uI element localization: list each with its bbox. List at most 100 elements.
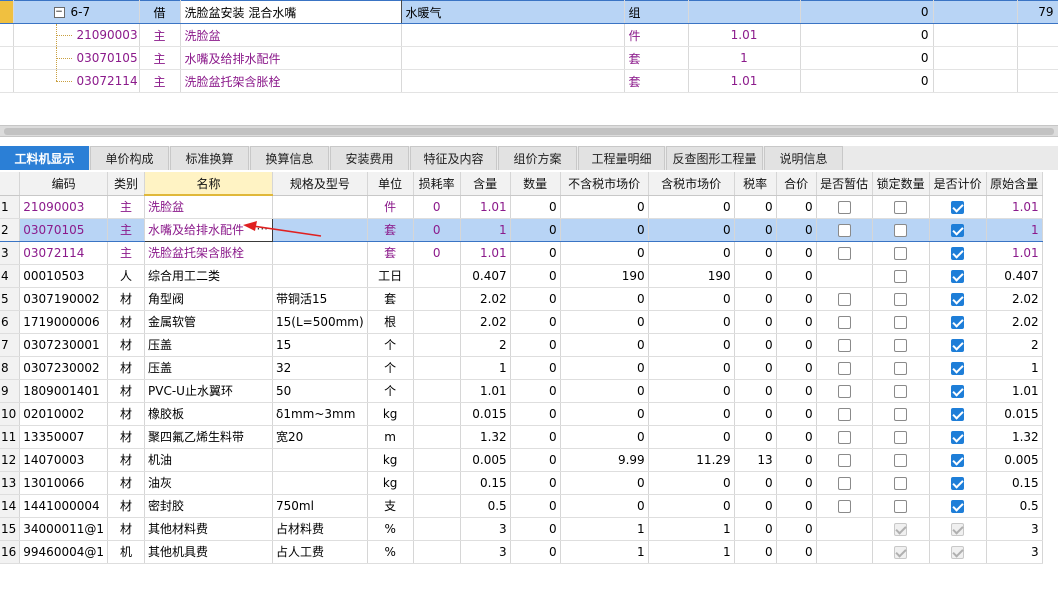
tab-8[interactable]: 反查图形工程量 <box>666 146 763 170</box>
quota-name-cell[interactable]: 洗脸盆 <box>180 23 402 47</box>
content-cell[interactable]: 1 <box>460 356 511 380</box>
price-ex-tax-cell[interactable]: 1 <box>560 517 649 541</box>
quota-empty-cell[interactable] <box>933 69 1018 93</box>
table-row[interactable]: 4 00010503 人综合用工二类 工日 0.407 0 190 190 0 0 0.407 <box>0 264 1043 288</box>
lock-qty-checkbox[interactable] <box>894 476 908 490</box>
code-cell[interactable]: 99460004@1 <box>19 540 108 564</box>
amount-cell[interactable]: 0 <box>510 264 561 288</box>
lock-qty-checkbox[interactable] <box>894 453 908 467</box>
table-row[interactable]: 8 0307230002 材压盖 32 个 1 0 0 0 0 0 1 <box>0 356 1043 380</box>
type-cell[interactable]: 材 <box>107 517 145 541</box>
original-content-cell[interactable]: 3 <box>986 540 1043 564</box>
price-ex-tax-cell[interactable]: 190 <box>560 264 649 288</box>
row-number[interactable]: 6 <box>0 310 21 334</box>
loss-rate-cell[interactable] <box>413 264 461 288</box>
lock-qty-checkbox[interactable] <box>894 269 908 283</box>
type-cell[interactable]: 材 <box>107 402 145 426</box>
price-ex-tax-cell[interactable]: 0 <box>560 471 649 495</box>
type-cell[interactable]: 材 <box>107 310 145 334</box>
type-cell[interactable]: 材 <box>107 333 145 357</box>
total-cell[interactable]: 0 <box>776 540 817 564</box>
spec-cell[interactable] <box>272 241 368 265</box>
unit-cell[interactable]: 套 <box>367 287 414 311</box>
row-gutter[interactable] <box>0 23 14 47</box>
spec-cell[interactable]: 15(L=500mm) <box>272 310 368 334</box>
row-number[interactable]: 8 <box>0 356 21 380</box>
lock-qty-cell[interactable] <box>872 379 930 403</box>
provisional-cell[interactable] <box>816 471 873 495</box>
tax-rate-cell[interactable]: 0 <box>734 264 777 288</box>
lock-qty-cell[interactable] <box>872 310 930 334</box>
table-row[interactable]: 7 0307230001 材压盖 15 个 2 0 0 0 0 0 2 <box>0 333 1043 357</box>
quota-row[interactable]: −6-7 借洗脸盆安装 混合水嘴 水暖气组 0 79 <box>0 0 1058 24</box>
provisional-cell[interactable] <box>816 333 873 357</box>
quota-code-cell[interactable]: 03070105 <box>13 46 140 70</box>
content-cell[interactable]: 2.02 <box>460 310 511 334</box>
type-cell[interactable]: 机 <box>107 540 145 564</box>
name-cell[interactable]: 橡胶板 <box>144 402 273 426</box>
priced-checkbox[interactable] <box>951 269 965 283</box>
lock-qty-checkbox[interactable] <box>894 407 908 421</box>
total-cell[interactable]: 0 <box>776 264 817 288</box>
name-cell[interactable]: 水嘴及给排水配件 ··· <box>144 217 273 242</box>
lock-qty-cell[interactable] <box>872 402 930 426</box>
row-number[interactable]: 10 <box>0 402 21 426</box>
lock-qty-cell[interactable] <box>872 471 930 495</box>
priced-cell[interactable] <box>929 195 987 219</box>
priced-checkbox[interactable] <box>951 246 965 260</box>
row-number[interactable]: 16 <box>0 540 21 564</box>
provisional-checkbox[interactable] <box>837 315 851 329</box>
code-cell[interactable]: 13350007 <box>19 425 108 449</box>
tab-4[interactable]: 安装费用 <box>330 146 409 170</box>
quota-type-cell[interactable]: 借 <box>139 0 181 24</box>
spec-cell[interactable] <box>272 195 368 219</box>
tab-7[interactable]: 工程量明细 <box>578 146 665 170</box>
code-cell[interactable]: 00010503 <box>19 264 108 288</box>
spec-cell[interactable]: 50 <box>272 379 368 403</box>
lock-qty-cell[interactable] <box>872 425 930 449</box>
price-ex-tax-cell[interactable]: 0 <box>560 425 649 449</box>
price-ex-tax-cell[interactable]: 9.99 <box>560 448 649 472</box>
column-header[interactable]: 含量 <box>460 172 511 196</box>
priced-checkbox[interactable] <box>951 407 965 421</box>
horizontal-scrollbar[interactable] <box>0 125 1058 137</box>
content-cell[interactable]: 1.01 <box>460 195 511 219</box>
tax-rate-cell[interactable]: 0 <box>734 241 777 265</box>
type-cell[interactable]: 主 <box>107 241 145 265</box>
row-number[interactable]: 5 <box>0 287 21 311</box>
quota-code-cell[interactable]: 21090003 <box>13 23 140 47</box>
quota-type-cell[interactable]: 主 <box>139 23 181 47</box>
price-in-tax-cell[interactable]: 0 <box>648 241 735 265</box>
total-cell[interactable]: 0 <box>776 287 817 311</box>
row-number[interactable]: 9 <box>0 379 21 403</box>
provisional-cell[interactable] <box>816 287 873 311</box>
unit-cell[interactable]: 个 <box>367 379 414 403</box>
tab-9[interactable]: 说明信息 <box>764 146 843 170</box>
quota-row[interactable]: 21090003 主洗脸盆 件 1.01 0 <box>0 23 1058 47</box>
name-cell[interactable]: 洗脸盆托架含胀栓 <box>144 241 273 265</box>
price-ex-tax-cell[interactable]: 1 <box>560 540 649 564</box>
quota-price-cell[interactable]: 0 <box>800 23 934 47</box>
unit-cell[interactable]: 根 <box>367 310 414 334</box>
loss-rate-cell[interactable] <box>413 379 461 403</box>
loss-rate-cell[interactable] <box>413 494 461 518</box>
price-ex-tax-cell[interactable]: 0 <box>560 494 649 518</box>
quota-price-cell[interactable]: 0 <box>800 69 934 93</box>
priced-checkbox[interactable] <box>951 476 965 490</box>
table-row[interactable]: 13 13010066 材油灰 kg 0.15 0 0 0 0 0 0.15 <box>0 471 1043 495</box>
priced-cell[interactable] <box>929 425 987 449</box>
lock-qty-cell[interactable] <box>872 540 930 564</box>
amount-cell[interactable]: 0 <box>510 448 561 472</box>
price-in-tax-cell[interactable]: 0 <box>648 494 735 518</box>
provisional-cell[interactable] <box>816 217 873 242</box>
price-ex-tax-cell[interactable]: 0 <box>560 356 649 380</box>
provisional-checkbox[interactable] <box>837 476 851 490</box>
type-cell[interactable]: 材 <box>107 494 145 518</box>
provisional-checkbox[interactable] <box>837 499 851 513</box>
original-content-cell[interactable]: 2.02 <box>986 287 1043 311</box>
content-cell[interactable]: 3 <box>460 540 511 564</box>
code-cell[interactable]: 03070105 <box>19 217 108 242</box>
unit-cell[interactable]: 个 <box>367 333 414 357</box>
quota-extra-cell[interactable]: 79 <box>1017 0 1058 24</box>
original-content-cell[interactable]: 1.32 <box>986 425 1043 449</box>
